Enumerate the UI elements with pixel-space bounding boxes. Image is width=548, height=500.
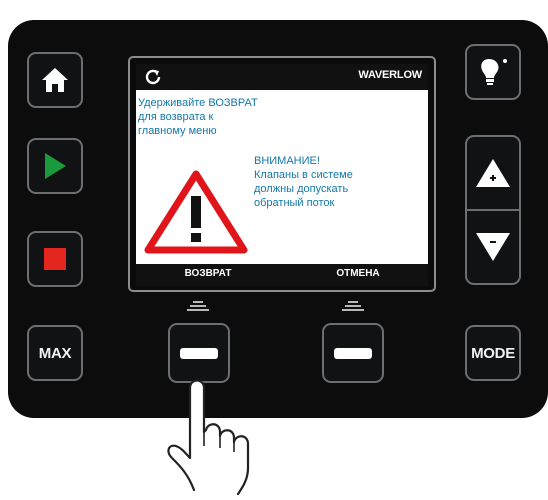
display-frame: WAVERLOW Удерживайте ВОЗВРАТ для возврат… — [128, 56, 436, 292]
softkey-left-indicator — [187, 301, 209, 311]
screen-softkey-bar: ВОЗВРАТ ОТМЕНА — [136, 264, 428, 286]
instruction-message: Удерживайте ВОЗВРАТ для возврата к главн… — [138, 96, 368, 138]
stop-button[interactable] — [27, 231, 83, 287]
display-screen: WAVERLOW Удерживайте ВОЗВРАТ для возврат… — [136, 64, 428, 286]
warning-message: ВНИМАНИЕ! Клапаны в системе должны допус… — [254, 154, 419, 210]
softkey-left-bar — [180, 347, 218, 359]
light-button[interactable] — [465, 44, 521, 100]
warning-line: обратный поток — [254, 197, 335, 209]
mode-label: MODE — [471, 344, 515, 362]
mode-button[interactable]: MODE — [465, 325, 521, 381]
softkey-right-indicator — [342, 301, 364, 311]
stop-icon — [44, 248, 66, 270]
arrow-up-plus-icon — [476, 159, 510, 187]
device-model: WAVERLOW — [358, 69, 422, 81]
pointing-hand-icon — [167, 379, 250, 496]
max-label: MAX — [38, 344, 72, 362]
warning-line: должны допускать — [254, 183, 349, 195]
softkey-left-label: ВОЗВРАТ — [184, 268, 232, 279]
message-line: Удерживайте ВОЗВРАТ — [138, 97, 258, 109]
message-line: для возврата к — [138, 111, 214, 123]
arrow-down-minus-icon — [476, 233, 510, 261]
refresh-icon — [145, 69, 161, 85]
down-button[interactable] — [467, 211, 519, 283]
play-icon — [45, 153, 66, 179]
up-down-buttons — [465, 135, 521, 285]
home-button[interactable] — [27, 52, 83, 108]
warning-icon — [144, 170, 248, 254]
screen-header: WAVERLOW — [136, 64, 428, 90]
lightbulb-icon — [481, 59, 507, 85]
max-button[interactable]: MAX — [27, 325, 83, 381]
softkey-right-button[interactable] — [322, 323, 384, 383]
softkey-right-label: ОТМЕНА — [336, 268, 380, 279]
warning-title: ВНИМАНИЕ! — [254, 155, 320, 167]
softkey-right-bar — [334, 347, 372, 359]
start-button[interactable] — [27, 138, 83, 194]
message-line: главному меню — [138, 125, 217, 137]
home-icon — [42, 68, 68, 92]
up-button[interactable] — [467, 137, 519, 209]
warning-line: Клапаны в системе — [254, 169, 353, 181]
